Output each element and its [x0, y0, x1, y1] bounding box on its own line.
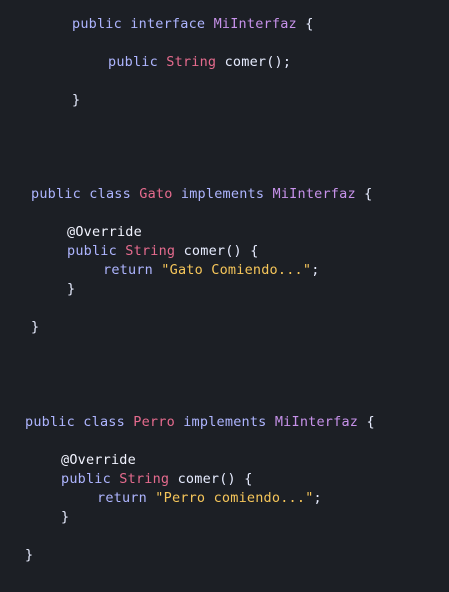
- method-call: comer();: [224, 54, 292, 70]
- brace-close: }: [67, 281, 76, 297]
- annotation-line: @Override: [67, 223, 142, 241]
- type-string: String: [125, 243, 176, 259]
- code-editor: public interface MiInterfaz { public Str…: [0, 0, 449, 592]
- brace-open: {: [366, 414, 375, 430]
- brace-close: }: [72, 92, 81, 108]
- keyword-return: return: [103, 262, 153, 278]
- method-signature-line: public String comer() {: [61, 470, 253, 488]
- annotation-line: @Override: [61, 451, 136, 469]
- brace-open: {: [305, 16, 314, 32]
- keyword-class: class: [83, 414, 125, 430]
- interface-declaration-line: public interface MiInterfaz {: [72, 15, 314, 33]
- interface-name: MiInterfaz: [213, 16, 297, 32]
- keyword-public: public: [72, 16, 122, 32]
- override-annotation: @Override: [61, 452, 136, 468]
- method-close-line: }: [61, 508, 69, 526]
- return-line: return "Gato Comiendo...";: [103, 261, 320, 279]
- return-string: "Perro comiendo...": [155, 490, 314, 506]
- class-name: Perro: [133, 414, 175, 430]
- semicolon: ;: [313, 490, 322, 506]
- method-signature: comer() {: [177, 471, 253, 487]
- keyword-public: public: [108, 54, 158, 70]
- class-name: Gato: [139, 186, 173, 202]
- keyword-public: public: [25, 414, 75, 430]
- keyword-implements: implements: [180, 186, 265, 202]
- class-declaration-line: public class Perro implements MiInterfaz…: [25, 413, 375, 431]
- method-signature-line: public String comer() {: [67, 242, 259, 260]
- return-line: return "Perro comiendo...";: [97, 489, 322, 507]
- keyword-return: return: [97, 490, 147, 506]
- method-close-line: }: [67, 280, 75, 298]
- brace-close: }: [61, 509, 70, 525]
- semicolon: ;: [311, 262, 320, 278]
- brace-open: {: [364, 186, 373, 202]
- keyword-public: public: [31, 186, 81, 202]
- return-string: "Gato Comiendo...": [161, 262, 312, 278]
- keyword-interface: interface: [130, 16, 206, 32]
- keyword-class: class: [89, 186, 131, 202]
- type-string: String: [119, 471, 170, 487]
- brace-close: }: [25, 547, 34, 563]
- method-signature: comer() {: [183, 243, 259, 259]
- brace-close: }: [31, 319, 40, 335]
- keyword-public: public: [67, 243, 117, 259]
- interface-method-line: public String comer();: [108, 53, 291, 71]
- interface-name: MiInterfaz: [272, 186, 356, 202]
- keyword-implements: implements: [183, 414, 267, 430]
- class-close-line: }: [31, 318, 39, 336]
- class-close-line: }: [25, 546, 33, 564]
- keyword-public: public: [61, 471, 111, 487]
- interface-name: MiInterfaz: [274, 414, 359, 430]
- interface-close-line: }: [72, 91, 80, 109]
- override-annotation: @Override: [67, 224, 142, 240]
- type-string: String: [166, 54, 217, 70]
- class-declaration-line: public class Gato implements MiInterfaz …: [31, 185, 372, 203]
